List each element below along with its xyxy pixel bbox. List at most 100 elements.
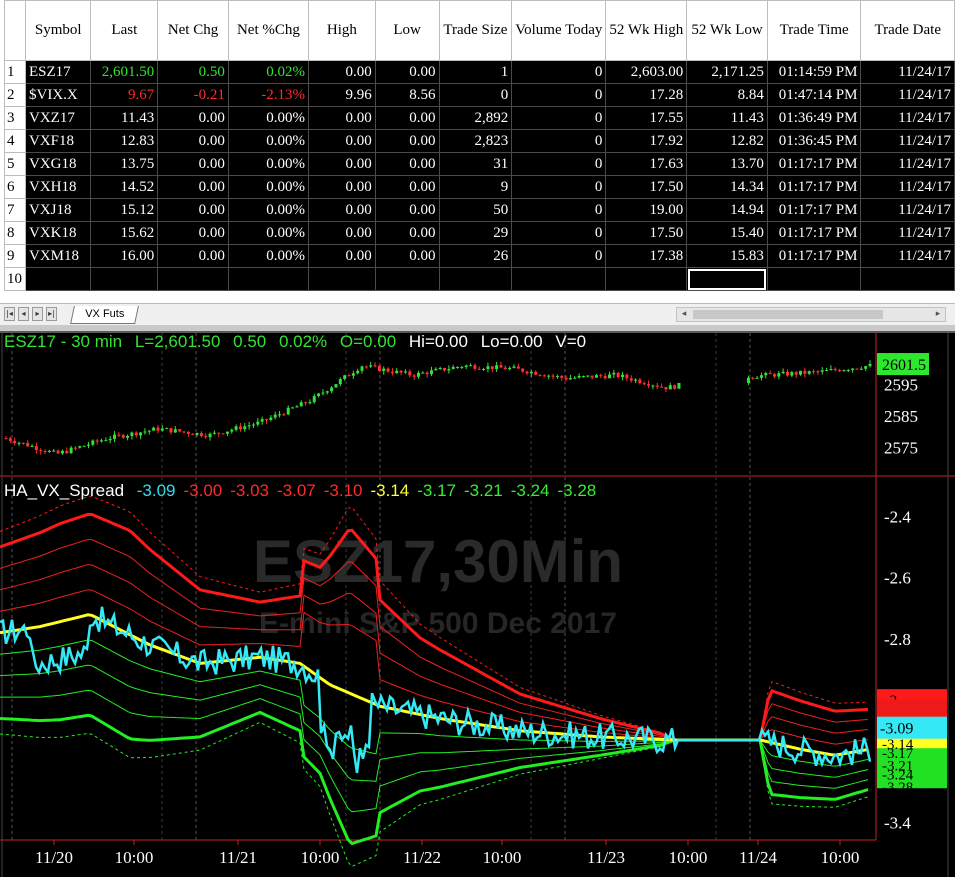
corner-cell[interactable] (4, 0, 26, 61)
cell-wk52-low[interactable]: 12.82 (686, 129, 768, 153)
cell-net-chg[interactable]: 0.00 (157, 129, 229, 153)
row-number[interactable]: 6 (4, 175, 26, 199)
selected-cell[interactable] (686, 267, 768, 291)
cell-last[interactable]: 12.83 (90, 129, 159, 153)
scroll-right-icon[interactable]: ▸ (931, 308, 945, 321)
cell-trade-time[interactable]: 01:36:49 PM (766, 106, 862, 130)
cell-wk52-low[interactable]: 2,171.25 (686, 60, 768, 84)
cell-trade-size[interactable]: 9 (438, 175, 513, 199)
table-row[interactable]: 7 VXJ18 15.12 0.00 0.00% 0.00 0.00 50 0 19.00 14.9… (4, 198, 955, 222)
cell-trade-size[interactable]: 1 (438, 60, 513, 84)
cell-last[interactable]: 16.00 (90, 244, 159, 268)
cell-trade-time[interactable]: 01:36:45 PM (766, 129, 862, 153)
column-header-last[interactable]: Last (90, 0, 159, 61)
cell-volume[interactable]: 0 (511, 221, 607, 245)
cell-net-chg[interactable]: 0.00 (157, 221, 229, 245)
empty-cell[interactable] (374, 267, 440, 291)
cell-wk52-high[interactable]: 17.50 (605, 175, 688, 199)
cell-trade-size[interactable]: 0 (438, 83, 513, 107)
row-number[interactable]: 1 (4, 60, 26, 84)
empty-cell[interactable] (766, 267, 862, 291)
cell-low[interactable]: 0.00 (374, 175, 440, 199)
cell-symbol[interactable]: VXF18 (24, 129, 92, 153)
row-number[interactable]: 8 (4, 221, 26, 245)
column-header-trade-date[interactable]: Trade Date (860, 0, 955, 61)
first-sheet-icon[interactable]: |◂ (4, 307, 15, 321)
cell-volume[interactable]: 0 (511, 83, 607, 107)
cell-trade-time[interactable]: 01:17:17 PM (766, 221, 862, 245)
cell-wk52-low[interactable]: 13.70 (686, 152, 768, 176)
cell-wk52-low[interactable]: 11.43 (686, 106, 768, 130)
cell-last[interactable]: 15.12 (90, 198, 159, 222)
cell-volume[interactable]: 0 (511, 129, 607, 153)
column-header-wk52-high[interactable]: 52 Wk High (605, 0, 688, 61)
scroll-left-icon[interactable]: ◂ (677, 308, 691, 321)
cell-net-pct[interactable]: 0.02% (227, 60, 310, 84)
empty-cell[interactable] (90, 267, 159, 291)
cell-high[interactable]: 0.00 (308, 244, 376, 268)
cell-net-chg[interactable]: 0.00 (157, 244, 229, 268)
table-row[interactable]: 2 $VIX.X 9.67 -0.21 -2.13% 9.96 8.56 0 0 17.28 8.8… (4, 83, 955, 107)
cell-wk52-high[interactable]: 17.28 (605, 83, 688, 107)
scroll-thumb[interactable] (693, 310, 883, 319)
cell-net-pct[interactable]: 0.00% (227, 221, 310, 245)
cell-net-chg[interactable]: 0.50 (157, 60, 229, 84)
cell-trade-time[interactable]: 01:47:14 PM (766, 83, 862, 107)
row-number[interactable]: 10 (4, 267, 26, 291)
cell-low[interactable]: 0.00 (374, 106, 440, 130)
cell-wk52-low[interactable]: 14.94 (686, 198, 768, 222)
cell-high[interactable]: 0.00 (308, 152, 376, 176)
last-sheet-icon[interactable]: ▸| (46, 307, 57, 321)
cell-volume[interactable]: 0 (511, 198, 607, 222)
row-number[interactable]: 9 (4, 244, 26, 268)
cell-low[interactable]: 8.56 (374, 83, 440, 107)
cell-wk52-high[interactable]: 17.63 (605, 152, 688, 176)
cell-high[interactable]: 0.00 (308, 198, 376, 222)
cell-high[interactable]: 0.00 (308, 175, 376, 199)
cell-trade-size[interactable]: 2,823 (438, 129, 513, 153)
row-number[interactable]: 2 (4, 83, 26, 107)
cell-wk52-low[interactable]: 15.83 (686, 244, 768, 268)
cell-wk52-low[interactable]: 14.34 (686, 175, 768, 199)
prev-sheet-icon[interactable]: ◂ (18, 307, 29, 321)
table-row[interactable]: 1 ESZ17 2,601.50 0.50 0.02% 0.00 0.00 1 0 2,603.0… (4, 60, 955, 84)
empty-cell[interactable] (438, 267, 513, 291)
cell-volume[interactable]: 0 (511, 244, 607, 268)
cell-high[interactable]: 9.96 (308, 83, 376, 107)
cell-low[interactable]: 0.00 (374, 198, 440, 222)
cell-low[interactable]: 0.00 (374, 60, 440, 84)
next-sheet-icon[interactable]: ▸ (32, 307, 43, 321)
cell-net-chg[interactable]: 0.00 (157, 175, 229, 199)
cell-trade-date[interactable]: 11/24/17 (860, 129, 955, 153)
column-header-symbol[interactable]: Symbol (24, 0, 92, 61)
cell-trade-size[interactable]: 26 (438, 244, 513, 268)
column-header-net-pct[interactable]: Net %Chg (227, 0, 310, 61)
cell-symbol[interactable]: ESZ17 (24, 60, 92, 84)
cell-net-pct[interactable]: 0.00% (227, 106, 310, 130)
cell-trade-date[interactable]: 11/24/17 (860, 175, 955, 199)
column-header-net-chg[interactable]: Net Chg (157, 0, 229, 61)
column-header-low[interactable]: Low (374, 0, 440, 61)
empty-cell[interactable] (605, 267, 688, 291)
cell-trade-size[interactable]: 29 (438, 221, 513, 245)
cell-trade-size[interactable]: 31 (438, 152, 513, 176)
cell-wk52-high[interactable]: 17.92 (605, 129, 688, 153)
cell-trade-date[interactable]: 11/24/17 (860, 106, 955, 130)
cell-trade-time[interactable]: 01:17:17 PM (766, 198, 862, 222)
cell-volume[interactable]: 0 (511, 175, 607, 199)
cell-last[interactable]: 11.43 (90, 106, 159, 130)
column-header-trade-size[interactable]: Trade Size (438, 0, 513, 61)
cell-low[interactable]: 0.00 (374, 152, 440, 176)
cell-high[interactable]: 0.00 (308, 221, 376, 245)
cell-low[interactable]: 0.00 (374, 129, 440, 153)
cell-trade-date[interactable]: 11/24/17 (860, 244, 955, 268)
cell-symbol[interactable]: VXM18 (24, 244, 92, 268)
table-row[interactable]: 8 VXK18 15.62 0.00 0.00% 0.00 0.00 29 0 17.50 15.4… (4, 221, 955, 245)
table-row[interactable]: 5 VXG18 13.75 0.00 0.00% 0.00 0.00 31 0 17.63 13.7… (4, 152, 955, 176)
row-number[interactable]: 7 (4, 198, 26, 222)
cell-wk52-high[interactable]: 17.38 (605, 244, 688, 268)
row-number[interactable]: 3 (4, 106, 26, 130)
table-row[interactable]: 9 VXM18 16.00 0.00 0.00% 0.00 0.00 26 0 17.38 15.8… (4, 244, 955, 268)
cell-symbol[interactable]: VXK18 (24, 221, 92, 245)
cell-wk52-high[interactable]: 17.55 (605, 106, 688, 130)
